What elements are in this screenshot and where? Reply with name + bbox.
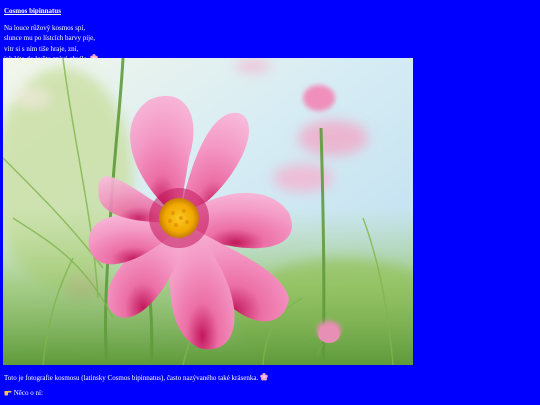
poem-line-2: slunce mu po lístcích barvy pije, — [4, 34, 95, 42]
more-info-section: Něco o ní: — [4, 388, 43, 399]
photo-caption: Toto je fotografie kosmosu (latinsky Cos… — [4, 373, 268, 384]
page-title-link[interactable]: Cosmos bipinnatus — [4, 6, 61, 17]
cosmos-flower-photo — [3, 58, 413, 365]
blossom-icon — [260, 373, 268, 381]
poem-line-1: Na louce růžový kosmos spí, — [4, 23, 86, 32]
more-info-label: Něco o ní: — [13, 389, 43, 397]
page-content: Cosmos bipinnatus Na louce růžový kosmos… — [4, 6, 536, 65]
pointing-hand-icon — [4, 388, 12, 396]
poem-line-3: vítr si s ním tiše hraje, zní, — [4, 44, 79, 53]
caption-text: Toto je fotografie kosmosu (latinsky Cos… — [4, 374, 259, 382]
